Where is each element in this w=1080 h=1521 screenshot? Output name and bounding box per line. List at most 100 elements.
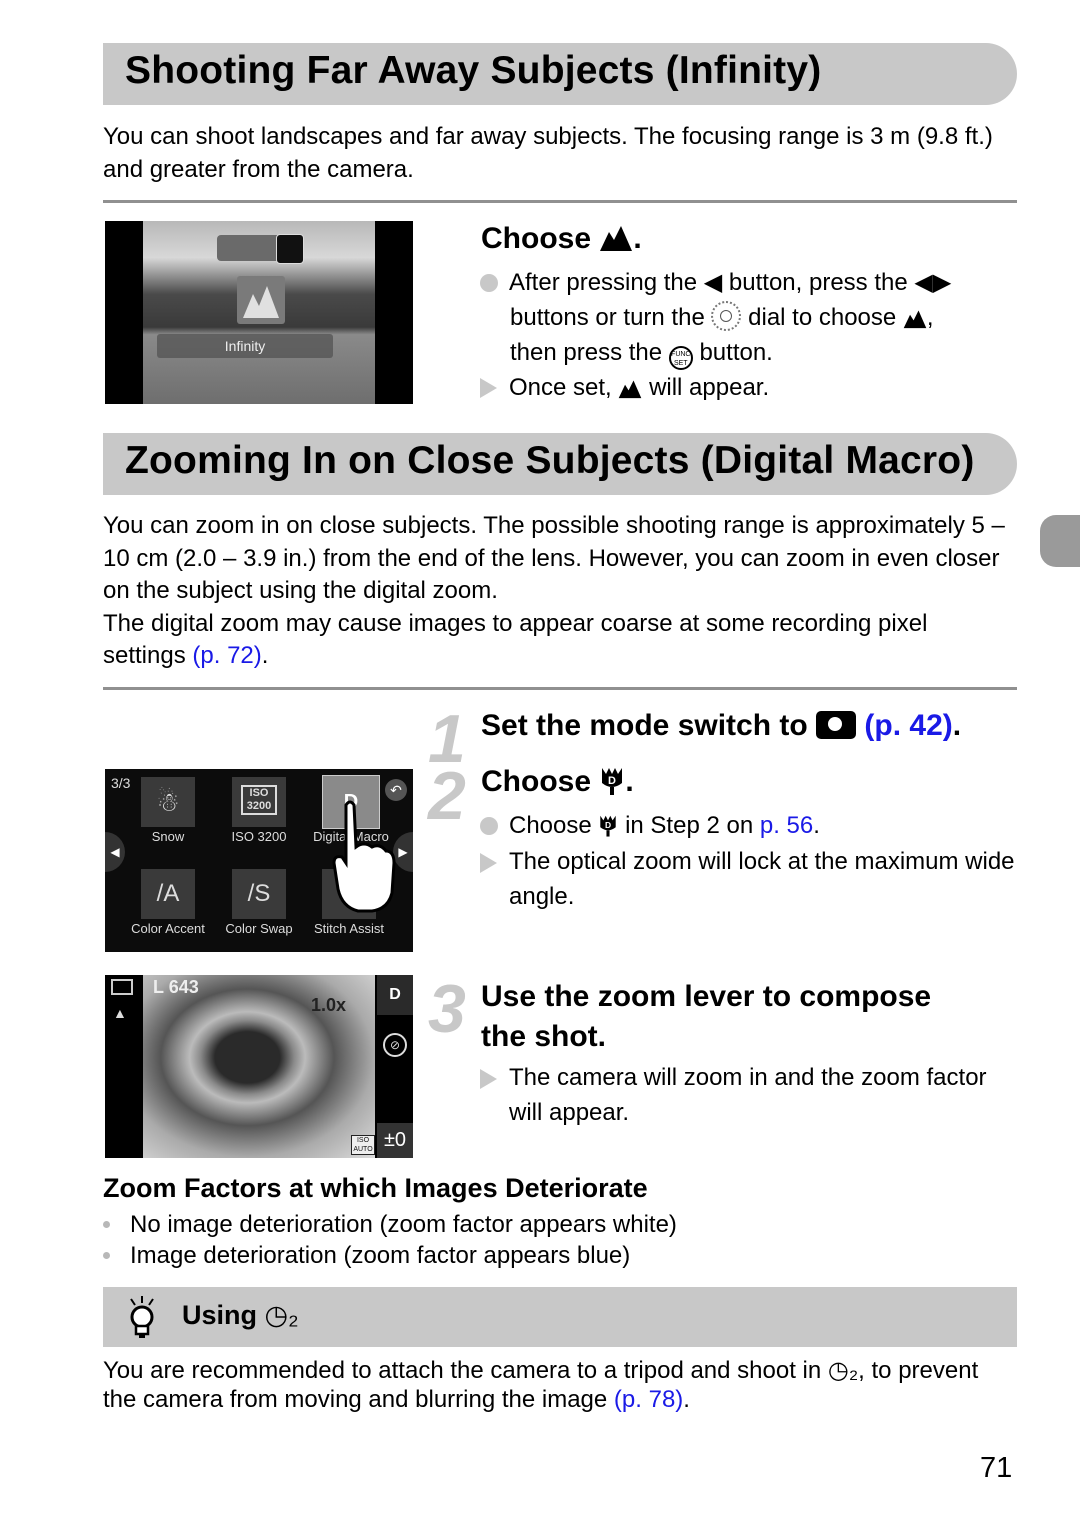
step-2-title: Choose D.	[481, 765, 634, 798]
bullet-dot-icon	[103, 1252, 110, 1259]
text: Once set,	[509, 374, 612, 401]
text: Image deterioration (zoom factor appears…	[130, 1242, 631, 1269]
step-number-3: 3	[428, 971, 466, 1047]
page-link-78[interactable]: (p. 78)	[614, 1386, 683, 1413]
mode-label: Infinity	[157, 334, 333, 358]
section-header-infinity: Shooting Far Away Subjects (Infinity)	[103, 43, 1017, 105]
flash-off-icon: ⊘	[383, 1033, 407, 1057]
infinity-mode-icon-selected	[276, 234, 304, 264]
intro-text-digital-macro: You can zoom in on close subjects. The p…	[103, 510, 1008, 673]
zoom-factors-heading: Zoom Factors at which Images Deteriorate	[103, 1173, 648, 1203]
bullet-dot-icon	[103, 1221, 110, 1228]
shots-remaining: 643	[168, 977, 199, 997]
bullet-result-infinity: Once set, will appear.	[480, 370, 769, 405]
digital-macro-icon: D	[599, 765, 625, 795]
tip-bar: Using ◷₂	[103, 1287, 1017, 1347]
step-3-title: Use the zoom lever to compose the shot.	[481, 977, 931, 1057]
text: the shot.	[481, 1020, 606, 1053]
zoom-factors-list: No image deterioration (zoom factor appe…	[103, 1209, 677, 1271]
camera-mode-icon	[816, 711, 857, 739]
step-title-text: Choose	[481, 222, 592, 255]
text: The optical zoom will lock at the maximu…	[509, 848, 1015, 910]
func-set-button-icon: FUNC SET	[668, 346, 693, 370]
bullet-action-choose-macro: Choose D in Step 2 on p. 56.	[480, 808, 820, 843]
intro-paragraph-2: The digital zoom may cause images to app…	[103, 609, 928, 670]
snowman-icon: ☃	[156, 787, 180, 817]
mountain-icon	[619, 380, 642, 399]
lightbulb-tip-icon	[130, 1296, 154, 1338]
mountain-icon	[903, 310, 927, 329]
text: No image deterioration (zoom factor appe…	[130, 1211, 677, 1238]
section-header-digital-macro: Zooming In on Close Subjects (Digital Ma…	[103, 433, 1017, 495]
chapter-tab	[1040, 515, 1080, 567]
iso-auto-icon: ISO AUTO	[351, 1135, 375, 1155]
left-arrow-icon: ◀	[703, 269, 723, 296]
page-link-56[interactable]: p. 56	[760, 812, 813, 839]
bullet-result-optical-zoom: The optical zoom will lock at the maximu…	[480, 844, 1020, 914]
iso-3200-icon: ISO 3200	[241, 785, 277, 815]
text: then press the	[510, 339, 663, 366]
tile-color-swap[interactable]: /S	[232, 869, 286, 919]
page-number: 71	[980, 1452, 1013, 1484]
divider	[103, 687, 1017, 690]
result-arrow-icon	[480, 1069, 497, 1089]
exposure-compensation: ±0	[377, 1123, 413, 1158]
section-title: Shooting Far Away Subjects (Infinity)	[125, 49, 822, 92]
color-swap-icon: /S	[247, 880, 271, 907]
text: button, press the	[728, 269, 908, 296]
tile-snow[interactable]: ☃	[141, 777, 195, 827]
action-bullet-icon	[480, 274, 498, 292]
color-accent-icon: /A	[156, 880, 180, 907]
intro-text-infinity: You can shoot landscapes and far away su…	[103, 123, 993, 183]
action-bullet-icon	[480, 817, 498, 835]
bullet-result-zoom-factor: The camera will zoom in and the zoom fac…	[480, 1060, 1000, 1130]
digital-macro-mode-icon: D	[377, 975, 413, 1015]
zoom-factor-readout: 1.0x	[311, 995, 347, 1015]
result-arrow-icon	[480, 378, 497, 398]
tile-label: Color Swap	[225, 921, 293, 936]
infinity-screen-image: Infinity	[105, 221, 413, 404]
page-link-42[interactable]: (p. 42)	[864, 709, 952, 742]
text: Use the zoom lever to compose	[481, 980, 932, 1013]
page-link-72[interactable]: (p. 72)	[192, 642, 261, 669]
tip-text: You are recommended to attach the camera…	[103, 1357, 979, 1413]
intro-paragraph-1: You can zoom in on close subjects. The p…	[103, 512, 1005, 604]
tile-color-accent[interactable]: /A	[141, 869, 195, 919]
result-arrow-icon	[480, 853, 497, 873]
tile-label: Color Accent	[131, 921, 205, 936]
scene-menu-screen: 3/3 ↶ ◀ ▶ ☃ Snow ISO3200 ISO 3200 D Digi…	[105, 769, 413, 952]
text: Choose	[481, 765, 592, 798]
text: in Step 2 on	[625, 812, 754, 839]
self-timer-2sec-icon: ◷₂	[827, 1357, 859, 1384]
text: After pressing the	[509, 269, 698, 296]
tile-label: Snow	[151, 829, 185, 844]
battery-icon	[111, 979, 133, 995]
text: ,	[926, 304, 934, 331]
step-1-title: Set the mode switch to (p. 42).	[481, 709, 962, 742]
left-right-arrows-icon: ◀▶	[914, 269, 952, 296]
tip-title: Using ◷₂	[182, 1300, 299, 1331]
tile-label: Stitch Assist	[313, 921, 385, 936]
bullet-action-infinity: After pressing the ◀ button, press the ◀…	[480, 265, 1020, 370]
svg-text:D: D	[605, 820, 611, 830]
shooting-screen-image: ▲ L 643 1.0x D ⊘ ±0 ISO AUTO	[105, 975, 413, 1158]
text: buttons or turn the	[510, 304, 705, 331]
mountain-icon-large	[237, 276, 285, 324]
step-title-choose-infinity: Choose .	[481, 222, 642, 256]
digital-macro-icon: D	[598, 812, 618, 837]
text: Using	[182, 1300, 258, 1330]
tile-label: ISO 3200	[231, 829, 287, 844]
section-title: Zooming In on Close Subjects (Digital Ma…	[125, 439, 975, 482]
tile-iso-3200[interactable]: ISO 3200	[232, 777, 286, 827]
text: will appear.	[649, 374, 770, 401]
text: dial to choose	[748, 304, 897, 331]
menu-prev-button[interactable]: ◀	[105, 832, 125, 872]
text: Set the mode switch to	[481, 709, 808, 742]
stabilizer-icon: ▲	[113, 1005, 127, 1021]
period: .	[633, 222, 642, 255]
zoom-factor-item: No image deterioration (zoom factor appe…	[103, 1209, 677, 1240]
zoom-factor-item: Image deterioration (zoom factor appears…	[103, 1240, 677, 1271]
menu-page-indicator: 3/3	[111, 775, 131, 791]
control-dial-icon	[711, 301, 742, 331]
step-number-2: 2	[428, 758, 466, 834]
